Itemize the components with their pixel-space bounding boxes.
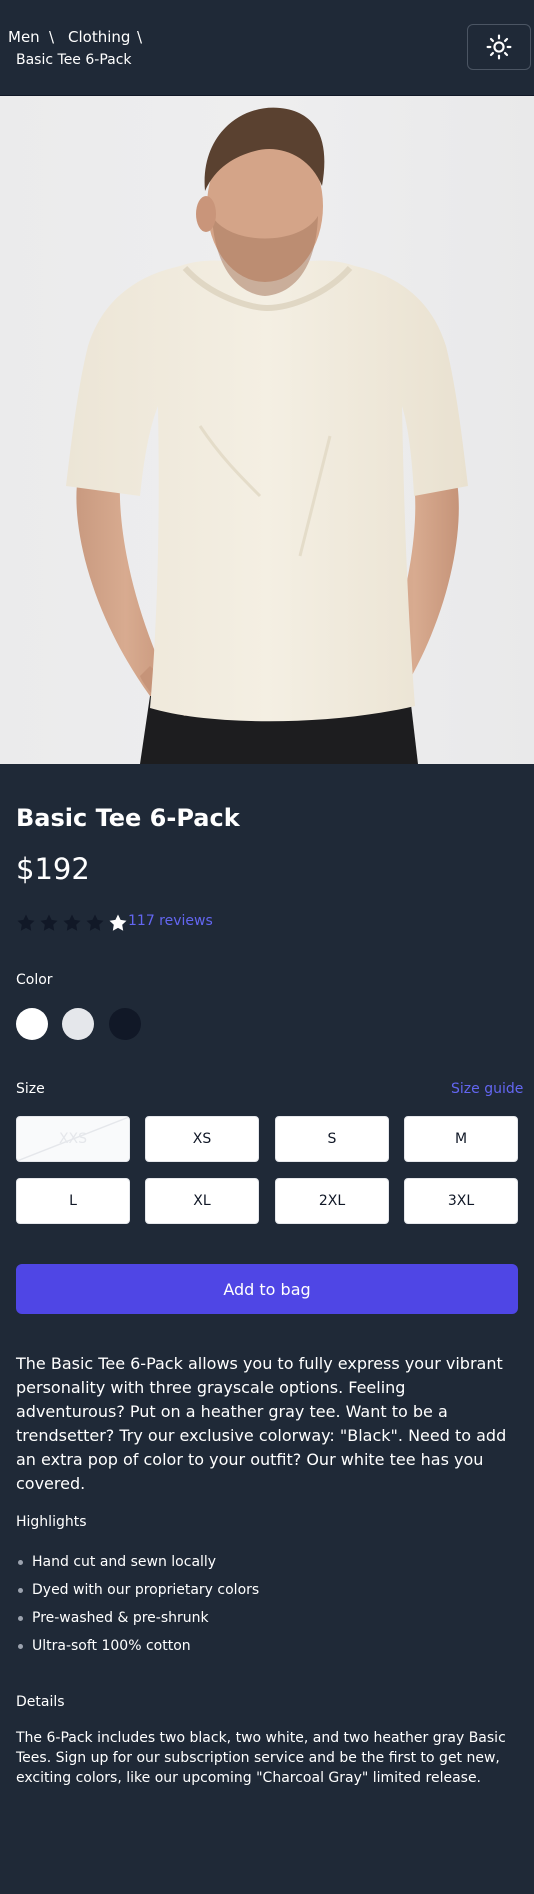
size-guide-link[interactable]: Size guide	[451, 1081, 523, 1097]
size-option-label: 3XL	[447, 1193, 475, 1209]
details-title: Details	[16, 1694, 65, 1710]
star-icon	[86, 914, 104, 931]
size-option-label: XXS	[58, 1131, 88, 1147]
color-label: Color	[16, 972, 53, 988]
product-description: The Basic Tee 6-Pack allows you to fully…	[16, 1354, 507, 1493]
size-option-xs[interactable]: XS	[145, 1116, 259, 1162]
size-option-2xl[interactable]: 2XL	[275, 1178, 389, 1224]
size-option-m[interactable]: M	[404, 1116, 518, 1162]
size-option-3xl[interactable]: 3XL	[404, 1178, 518, 1224]
list-item: Ultra-soft 100% cotton	[16, 1632, 259, 1660]
size-option-label: L	[69, 1193, 77, 1209]
size-option-label: S	[327, 1131, 337, 1147]
size-option-s[interactable]: S	[275, 1116, 389, 1162]
product-price: $192	[16, 852, 90, 886]
list-item: Pre-washed & pre-shrunk	[16, 1604, 259, 1632]
breadcrumb-item-men[interactable]: Men	[8, 28, 40, 46]
breadcrumb-current[interactable]: Basic Tee 6-Pack	[16, 52, 132, 68]
highlights-list: Hand cut and sewn locally Dyed with our …	[16, 1548, 259, 1660]
star-icon	[17, 914, 35, 931]
color-swatch-black[interactable]	[109, 1008, 141, 1040]
model-photo	[66, 107, 468, 764]
size-option-xxs: XXS	[16, 1116, 130, 1162]
color-swatch-white[interactable]	[16, 1008, 48, 1040]
size-option-xl[interactable]: XL	[145, 1178, 259, 1224]
star-icon	[109, 914, 127, 931]
highlights-title: Highlights	[16, 1514, 87, 1530]
star-rating	[16, 912, 131, 934]
size-option-label: 2XL	[318, 1193, 346, 1209]
size-option-l[interactable]: L	[16, 1178, 130, 1224]
size-option-label: M	[454, 1131, 468, 1147]
size-option-label: XS	[192, 1131, 212, 1147]
size-option-label: XL	[193, 1193, 211, 1209]
star-icon	[63, 914, 81, 931]
breadcrumb-separator: \	[137, 28, 143, 46]
size-label: Size	[16, 1081, 45, 1097]
breadcrumb-item-clothing[interactable]: Clothing	[68, 28, 130, 46]
breadcrumb-separator: \	[49, 28, 55, 46]
details-text: The 6-Pack includes two black, two white…	[16, 1730, 506, 1786]
sun-icon	[486, 34, 512, 60]
star-icon	[40, 914, 58, 931]
reviews-link[interactable]: 117 reviews	[128, 913, 213, 929]
product-image	[0, 96, 534, 764]
product-title: Basic Tee 6-Pack	[16, 804, 240, 832]
add-to-bag-button[interactable]: Add to bag	[16, 1264, 518, 1314]
page-header: Men \ Clothing \ Basic Tee 6-Pack	[0, 0, 534, 96]
color-swatch-gray[interactable]	[62, 1008, 94, 1040]
list-item: Hand cut and sewn locally	[16, 1548, 259, 1576]
theme-toggle-button[interactable]	[467, 24, 531, 70]
list-item: Dyed with our proprietary colors	[16, 1576, 259, 1604]
